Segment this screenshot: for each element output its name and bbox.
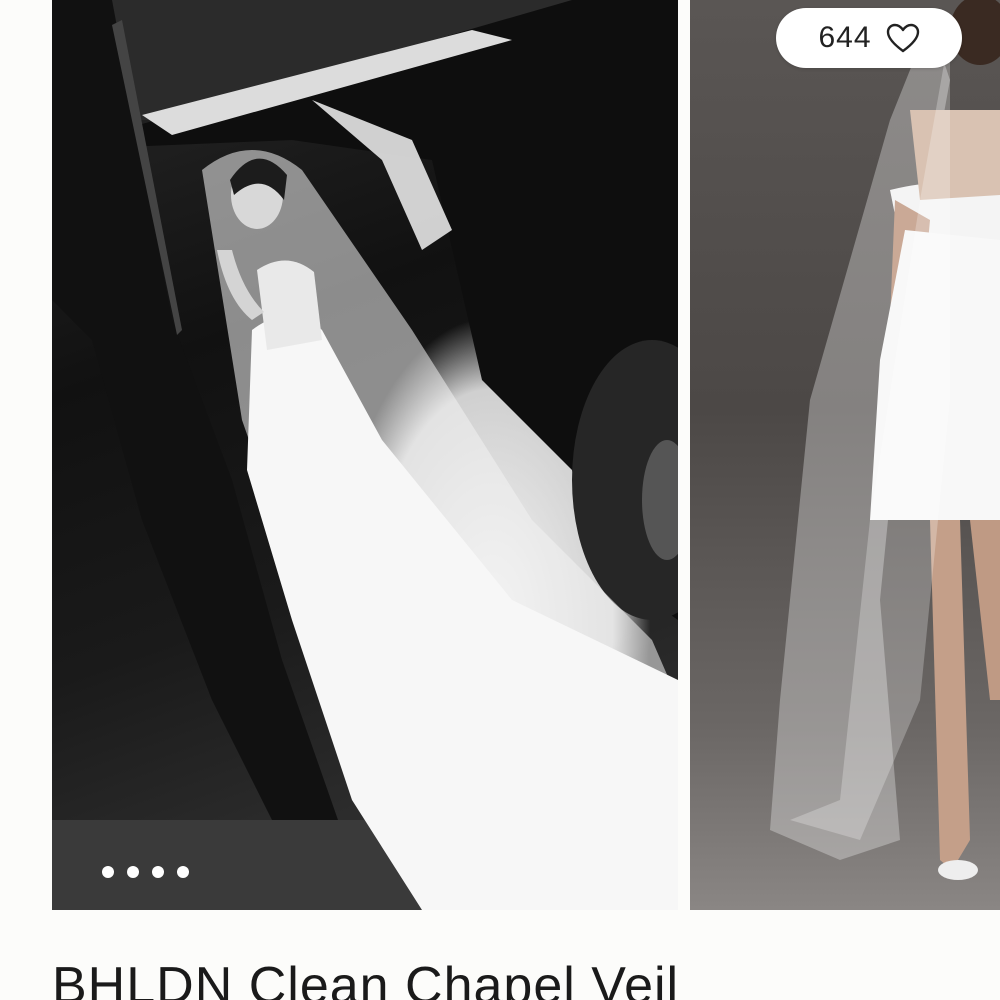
like-count: 644 [818,21,872,54]
secondary-product-photo[interactable] [690,0,1000,910]
like-button[interactable]: 644 [776,8,962,68]
product-title: BHLDN Clean Chapel Veil [52,957,680,1000]
bride-car-illustration [52,0,678,910]
veil-model-illustration [770,0,1000,880]
main-product-photo[interactable] [52,0,678,910]
heart-outline-icon [886,23,920,53]
carousel-dot[interactable] [127,866,139,878]
carousel-dot[interactable] [102,866,114,878]
carousel-dot[interactable] [152,866,164,878]
carousel-dot[interactable] [177,866,189,878]
image-gallery[interactable]: 644 [0,0,1000,910]
carousel-pagination [102,866,189,878]
product-page: 644 BHLDN Clean Chapel Veil [0,0,1000,1000]
